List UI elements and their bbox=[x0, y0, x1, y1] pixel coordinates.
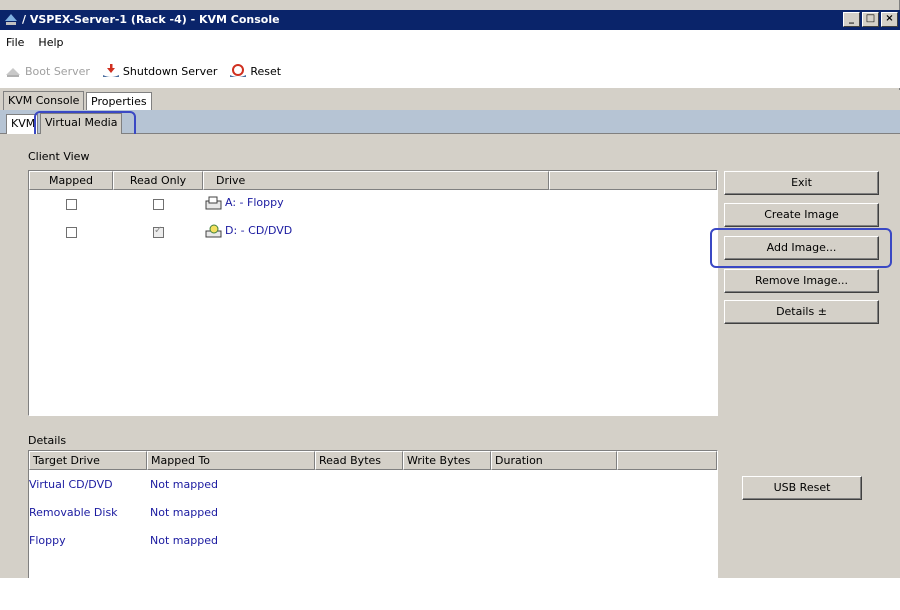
target-drive-cddvd[interactable]: Virtual CD/DVD bbox=[29, 478, 113, 491]
mapped-checkbox-floppy[interactable] bbox=[66, 199, 77, 210]
title-bar[interactable]: / VSPEX-Server-1 (Rack -4) - KVM Console… bbox=[0, 10, 900, 30]
reset-button[interactable]: Reset bbox=[229, 63, 281, 79]
close-button[interactable]: × bbox=[881, 12, 898, 27]
mapped-checkbox-cddvd[interactable] bbox=[66, 227, 77, 238]
col-drive[interactable]: Drive bbox=[203, 171, 549, 190]
menu-help[interactable]: Help bbox=[38, 36, 63, 49]
maximize-button[interactable]: □ bbox=[862, 12, 879, 27]
details-label: Details bbox=[28, 434, 67, 447]
virtual-media-panel: Client View Mapped Read Only Drive A: - … bbox=[0, 134, 900, 578]
col-empty bbox=[549, 171, 717, 190]
col-mapped[interactable]: Mapped bbox=[29, 171, 113, 190]
client-view-label: Client View bbox=[28, 150, 90, 163]
menu-bar: File Help bbox=[0, 30, 900, 54]
drive-floppy[interactable]: A: - Floppy bbox=[225, 196, 284, 209]
shutdown-server-icon bbox=[102, 64, 119, 77]
outer-tab-strip: KVM Console Properties bbox=[0, 90, 900, 110]
col-duration[interactable]: Duration bbox=[491, 451, 617, 470]
menu-file[interactable]: File bbox=[6, 36, 24, 49]
details-toggle-button[interactable]: Details ± bbox=[724, 300, 879, 324]
tab-properties[interactable]: Properties bbox=[86, 92, 152, 110]
col-mapped-to[interactable]: Mapped To bbox=[147, 451, 315, 470]
add-image-highlight bbox=[710, 228, 892, 268]
details-table: Target Drive Mapped To Read Bytes Write … bbox=[28, 450, 718, 578]
col-write-bytes[interactable]: Write Bytes bbox=[403, 451, 491, 470]
minimize-button[interactable]: _ bbox=[843, 12, 860, 27]
boot-server-button[interactable]: Boot Server bbox=[4, 63, 90, 79]
readonly-checkbox-cddvd[interactable] bbox=[153, 225, 164, 238]
col-read-bytes[interactable]: Read Bytes bbox=[315, 451, 403, 470]
mapped-to-cddvd: Not mapped bbox=[150, 478, 218, 491]
target-drive-floppy[interactable]: Floppy bbox=[29, 534, 66, 547]
client-view-table: Mapped Read Only Drive A: - Floppy D: - … bbox=[28, 170, 718, 416]
boot-server-icon bbox=[6, 68, 20, 77]
shutdown-server-button[interactable]: Shutdown Server bbox=[102, 63, 217, 79]
remove-image-button[interactable]: Remove Image... bbox=[724, 269, 879, 293]
reset-icon bbox=[230, 64, 247, 77]
tab-kvm-console[interactable]: KVM Console bbox=[3, 91, 85, 110]
target-drive-removable[interactable]: Removable Disk bbox=[29, 506, 118, 519]
kvm-console-window: / VSPEX-Server-1 (Rack -4) - KVM Console… bbox=[0, 0, 900, 578]
cddvd-drive-icon bbox=[205, 224, 222, 238]
toolbar: Boot Server Shutdown Server Reset bbox=[0, 54, 900, 88]
drive-cddvd[interactable]: D: - CD/DVD bbox=[225, 224, 292, 237]
readonly-checkbox-floppy[interactable] bbox=[153, 199, 164, 210]
floppy-drive-icon bbox=[205, 196, 222, 210]
window-title: / VSPEX-Server-1 (Rack -4) - KVM Console bbox=[22, 13, 280, 26]
col-read-only[interactable]: Read Only bbox=[113, 171, 203, 190]
app-icon bbox=[5, 14, 17, 25]
mapped-to-removable: Not mapped bbox=[150, 506, 218, 519]
col-target-drive[interactable]: Target Drive bbox=[29, 451, 147, 470]
mapped-to-floppy: Not mapped bbox=[150, 534, 218, 547]
col-empty-details bbox=[617, 451, 717, 470]
usb-reset-button[interactable]: USB Reset bbox=[742, 476, 862, 500]
create-image-button[interactable]: Create Image bbox=[724, 203, 879, 227]
exit-button[interactable]: Exit bbox=[724, 171, 879, 195]
